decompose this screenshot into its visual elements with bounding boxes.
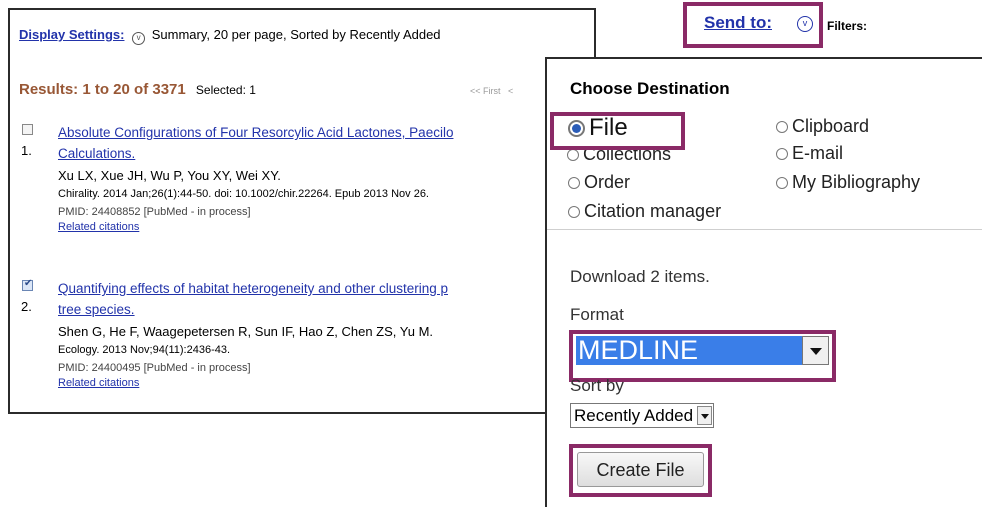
chevron-down-icon[interactable] [697,406,713,425]
item-checkbox[interactable] [22,278,33,291]
item-number: 2. [21,299,32,314]
radio-option-order[interactable]: Order [568,172,630,193]
item-title-link[interactable]: Absolute Configurations of Four Resorcyl… [58,122,453,143]
related-citations-link[interactable]: Related citations [58,221,139,233]
item-journal: Chirality. 2014 Jan;26(1):44-50. doi: 10… [58,188,429,200]
related-citations-link[interactable]: Related citations [58,377,139,389]
radio-option-my-bibliography[interactable]: My Bibliography [776,172,920,193]
option-label: Citation manager [584,201,722,221]
display-settings-link[interactable]: Display Settings: [19,27,124,42]
item-title-link[interactable]: Quantifying effects of habitat heterogen… [58,278,448,299]
pager: << First < [470,86,513,96]
item-number: 1. [21,143,32,158]
display-settings-value: Summary, 20 per page, Sorted by Recently… [151,27,441,42]
pager-first-link[interactable]: << First [470,86,501,96]
item-authors: Xu LX, Xue JH, Wu P, You XY, Wei XY. [58,168,281,183]
item-pmid: PMID: 24400495 [PubMed - in process] [58,362,251,374]
format-label: Format [570,305,624,324]
option-label: E-mail [792,143,844,163]
results-panel: Display Settings: v Summary, 20 per page… [8,8,596,414]
radio-option-citation-manager[interactable]: Citation manager [568,201,721,222]
item-checkbox[interactable] [22,124,33,135]
panel-title: Choose Destination [570,79,730,98]
radio-option-file[interactable]: File [568,114,628,142]
item-title-link-cont[interactable]: tree species. [58,299,135,320]
sort-by-value: Recently Added [574,406,694,425]
list-item: 1. Absolute Configurations of Four Resor… [16,122,591,252]
option-label: File [589,114,628,141]
list-item: 2. Quantifying effects of habitat hetero… [16,278,591,408]
results-heading: Results: 1 to 20 of 3371 Selected: 1 [19,81,256,98]
download-count-text: Download 2 items. [570,267,710,286]
item-authors: Shen G, He F, Waagepetersen R, Sun IF, H… [58,324,434,339]
filters-label[interactable]: Filters: [827,19,867,33]
divider [547,229,982,230]
option-label: Order [584,172,631,192]
results-count: Results: 1 to 20 of 3371 [19,81,186,98]
radio-option-clipboard[interactable]: Clipboard [776,116,869,137]
chevron-down-icon[interactable]: v [797,16,813,32]
radio-icon[interactable] [567,149,579,161]
radio-icon[interactable] [776,121,788,133]
display-settings: Display Settings: v Summary, 20 per page… [19,27,441,45]
radio-icon[interactable] [776,148,788,160]
sort-by-select[interactable]: Recently Added [570,403,715,428]
radio-option-email[interactable]: E-mail [776,143,843,164]
chevron-down-icon[interactable] [802,336,829,365]
sort-by-label: Sort by [570,376,624,395]
selected-count: Selected: 1 [195,83,256,97]
send-to-link[interactable]: Send to: [704,13,772,33]
pager-prev-link[interactable]: < [508,86,513,96]
item-pmid: PMID: 24408852 [PubMed - in process] [58,206,251,218]
format-select[interactable]: MEDLINE [576,336,802,365]
chevron-down-icon[interactable]: v [132,32,146,45]
radio-icon[interactable] [568,177,580,189]
radio-selected-icon[interactable] [568,120,585,137]
radio-icon[interactable] [568,206,580,218]
choose-destination-panel: Choose Destination Collections File Clip… [545,57,982,507]
radio-icon[interactable] [776,177,788,189]
item-title-link-cont[interactable]: Calculations. [58,143,135,164]
create-file-button[interactable]: Create File [577,452,704,487]
item-journal: Ecology. 2013 Nov;94(11):2436-43. [58,344,231,356]
option-label: My Bibliography [792,172,921,192]
option-label: Clipboard [792,116,870,136]
